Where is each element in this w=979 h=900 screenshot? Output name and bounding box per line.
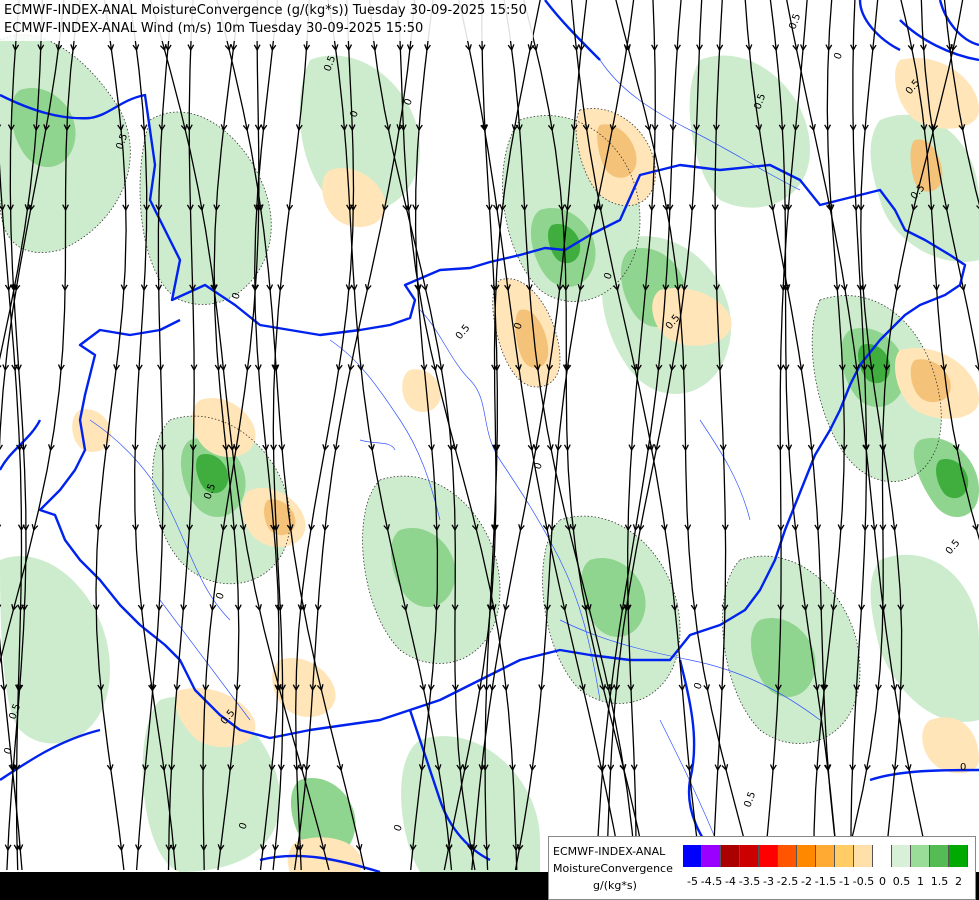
- legend-color-scale: [683, 845, 968, 867]
- color-legend: ECMWF-INDEX-ANAL MoistureConvergence g/(…: [548, 836, 976, 900]
- legend-tick-label: 2: [955, 875, 962, 888]
- legend-swatch: [721, 845, 740, 867]
- legend-swatch: [930, 845, 949, 867]
- legend-model: ECMWF-INDEX-ANAL: [553, 845, 666, 858]
- title-moisture-convergence: ECMWF-INDEX-ANAL MoistureConvergence (g/…: [4, 3, 527, 18]
- legend-swatch: [778, 845, 797, 867]
- legend-tick-label: -1.5: [814, 875, 837, 888]
- legend-swatch: [892, 845, 911, 867]
- legend-swatch: [949, 845, 968, 867]
- legend-tick-label: 1: [917, 875, 924, 888]
- legend-tick-label: -1: [839, 875, 850, 888]
- legend-swatch: [835, 845, 854, 867]
- legend-tick-label: -4.5: [700, 875, 723, 888]
- legend-swatch: [683, 845, 702, 867]
- contour-label: 0: [960, 762, 966, 773]
- legend-tick-labels: -5 -4.5 -4 -3.5 -3 -2.5 -2 -1.5 -1 -0.5 0 0.5 1 1.5 2: [683, 875, 973, 889]
- legend-tick-label: -2.5: [776, 875, 799, 888]
- legend-tick-label: -3: [763, 875, 774, 888]
- map-viewer: 0 0.5 0 0.5 0.5 0 0.5 0 0 0.5 0.5 0 0.5 …: [0, 0, 979, 900]
- legend-swatch: [797, 845, 816, 867]
- legend-swatch: [740, 845, 759, 867]
- map-title: ECMWF-INDEX-ANAL MoistureConvergence (g/…: [0, 0, 533, 41]
- legend-tick-label: 0.5: [892, 875, 911, 888]
- legend-swatch: [854, 845, 873, 867]
- legend-tick-label: 0: [879, 875, 886, 888]
- legend-tick-label: -4: [725, 875, 736, 888]
- legend-tick-label: -2: [801, 875, 812, 888]
- legend-tick-label: -0.5: [852, 875, 875, 888]
- legend-unit: g/(kg*s): [593, 879, 637, 892]
- legend-tick-label: 1.5: [930, 875, 949, 888]
- legend-swatch: [873, 845, 892, 867]
- legend-parameter: MoistureConvergence: [553, 862, 673, 875]
- legend-swatch: [816, 845, 835, 867]
- title-wind: ECMWF-INDEX-ANAL Wind (m/s) 10m Tuesday …: [4, 21, 424, 36]
- weather-map[interactable]: 0 0.5 0 0.5 0.5 0 0.5 0 0 0.5 0.5 0 0.5 …: [0, 0, 979, 872]
- legend-swatch: [911, 845, 930, 867]
- legend-swatch: [759, 845, 778, 867]
- legend-swatch: [702, 845, 721, 867]
- legend-tick-label: -3.5: [738, 875, 761, 888]
- legend-tick-label: -5: [687, 875, 698, 888]
